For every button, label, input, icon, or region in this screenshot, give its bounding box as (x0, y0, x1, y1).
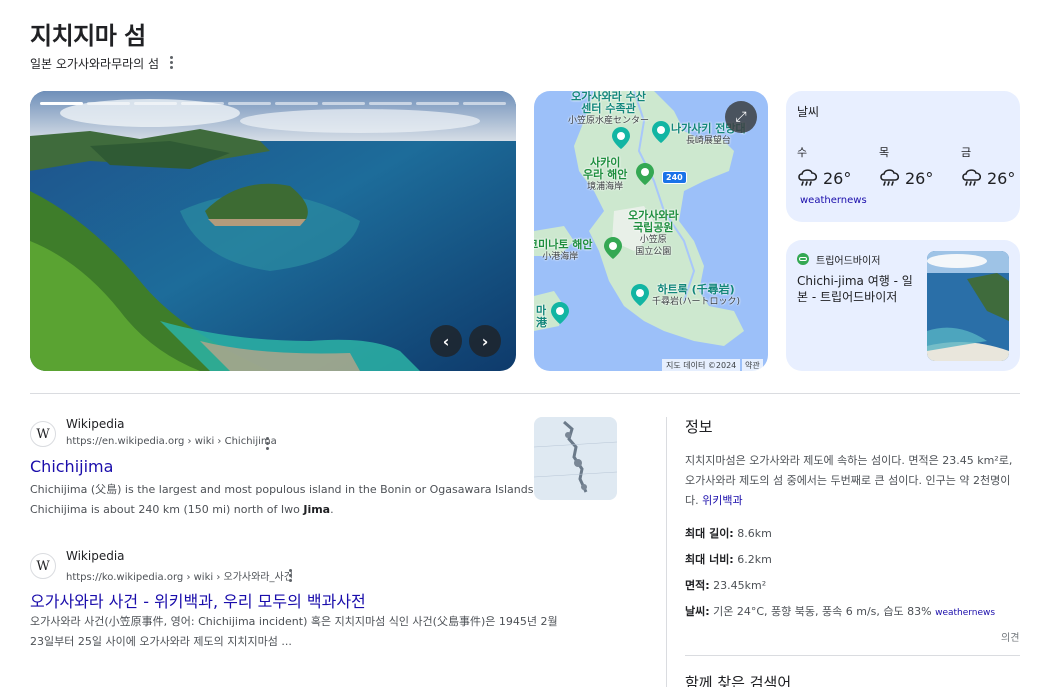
info-description: 지치지마섬은 오가사와라 제도에 속하는 섬이다. 면적은 23.45 km²로… (685, 451, 1020, 511)
result-snippet-bold: Jima (303, 503, 331, 516)
search-result: W Wikipedia https://ko.wikipedia.org › w… (30, 549, 620, 659)
weather-source-link[interactable]: weathernews (800, 195, 867, 206)
map-label-heart-rock-ja: 千尋岩(ハートロック) (652, 297, 741, 307)
observatory-pin-icon[interactable] (652, 121, 670, 143)
result-thumbnail[interactable] (534, 417, 617, 500)
chevron-right-icon: › (481, 331, 489, 351)
fact-value: 23.45km² (709, 579, 767, 592)
feedback-link[interactable]: 의견 (1001, 629, 1019, 644)
result-snippet-text: Chichijima (父島) is the largest and most … (30, 483, 537, 516)
previous-photo-button[interactable]: ‹ (430, 325, 462, 357)
carousel-progress (40, 102, 506, 105)
fact-label: 날씨: (685, 605, 710, 618)
fact-max-length: 최대 길이: 8.6km (685, 525, 772, 541)
island-map[interactable]: 오가사와라 수산 센터 수족관 小笠原水産センター 나가사키 전망대 長崎展望台… (534, 91, 768, 371)
wikipedia-source-link[interactable]: 위키백과 (702, 494, 742, 507)
fact-label: 최대 길이: (685, 527, 734, 540)
beach-pin-icon[interactable] (636, 163, 654, 185)
info-divider (685, 655, 1020, 656)
map-label-minato[interactable]: 코미나토 해안 小港海岸 (534, 239, 593, 263)
related-searches-heading: 함께 찾은 검색어 (685, 674, 792, 687)
result-title-link[interactable]: Chichijima (30, 457, 113, 476)
weather-day-name: 금 (961, 146, 972, 159)
fact-label: 면적: (685, 579, 710, 592)
more-options-icon[interactable] (164, 55, 178, 69)
map-label-south-text: 마 港 (536, 304, 547, 329)
result-snippet: 오가사와라 사건(小笠原事件, 영어: Chichijima incident)… (30, 615, 558, 648)
rain-cloud-icon (962, 169, 982, 186)
rain-cloud-icon (798, 169, 818, 186)
map-label-observatory-ja: 長崎展望台 (685, 136, 731, 146)
tripadvisor-card[interactable]: 트립어드바이저 Chichi-jima 여행 - 일본 - 트립어드바이저 (786, 240, 1020, 371)
tripadvisor-thumbnail (927, 251, 1009, 361)
heart-rock-pin-icon[interactable] (631, 284, 649, 306)
map-label-beach-ja: 境浦海岸 (587, 182, 624, 192)
weather-day: 수 26° (797, 144, 869, 188)
weather-card[interactable]: 날씨 수 26° 목 26° 금 26° weathernews (786, 91, 1020, 222)
weather-source-link[interactable]: weathernews (935, 608, 995, 618)
result-options-icon[interactable] (283, 568, 297, 582)
page-title: 지치지마 섬 (30, 22, 146, 50)
map-terms-link[interactable]: 약관 (742, 359, 763, 372)
wikipedia-favicon-icon: W (30, 553, 56, 579)
page-subtitle: 일본 오가사와라무라의 섬 (30, 57, 160, 71)
map-label-beach-text: 사카이 우라 해안 (583, 156, 628, 181)
weather-day: 금 26° (961, 144, 1033, 188)
tripadvisor-logo-icon (797, 253, 809, 265)
fact-weather: 날씨: 기온 24°C, 풍향 북동, 풍속 6 m/s, 습도 83% wea… (685, 603, 995, 619)
wikipedia-favicon-icon: W (30, 421, 56, 447)
result-options-icon[interactable] (260, 436, 274, 450)
result-site-name: Wikipedia (66, 417, 125, 431)
result-snippet-end: . (330, 503, 334, 516)
weather-title: 날씨 (797, 105, 820, 119)
minato-pin-icon[interactable] (604, 237, 622, 259)
map-label-aquarium-text: 오가사와라 수산 센터 수족관 (571, 91, 646, 115)
section-divider (30, 393, 1020, 394)
weather-day-name: 수 (797, 146, 808, 159)
tripadvisor-title[interactable]: Chichi-jima 여행 - 일본 - 트립어드바이저 (797, 273, 921, 305)
map-label-heart-rock[interactable]: 하트록 (千尋岩) 千尋岩(ハートロック) (652, 284, 740, 308)
weather-day: 목 26° (879, 144, 951, 188)
map-label-aquarium[interactable]: 오가사와라 수산 센터 수족관 小笠原水産センター (568, 91, 649, 127)
fact-value: 8.6km (733, 527, 772, 540)
expand-map-button[interactable]: ⤢ (725, 101, 757, 133)
map-label-park[interactable]: 오가사와라 국립공원 小笠原 国立公園 (628, 210, 679, 258)
info-heading: 정보 (685, 418, 713, 436)
search-result: W Wikipedia https://en.wikipedia.org › w… (30, 417, 620, 527)
weather-day-name: 목 (879, 146, 890, 159)
map-credit: 지도 데이터 ©2024 (662, 359, 741, 372)
map-label-park-ja: 小笠原 国立公園 (635, 235, 672, 257)
map-label-minato-ja: 小港海岸 (542, 252, 579, 262)
rain-cloud-icon (880, 169, 900, 186)
result-site-name: Wikipedia (66, 549, 125, 563)
expand-icon: ⤢ (735, 109, 747, 125)
route-240-badge: 240 (662, 171, 687, 184)
south-pin-icon[interactable] (551, 302, 569, 324)
result-url[interactable]: https://en.wikipedia.org › wiki › Chichi… (66, 436, 277, 447)
aquarium-pin-icon[interactable] (612, 127, 630, 149)
result-snippet: Chichijima (父島) is the largest and most … (30, 480, 570, 520)
fact-value: 6.2km (733, 553, 772, 566)
fact-max-width: 최대 너비: 6.2km (685, 551, 772, 567)
map-label-heart-rock-text: 하트록 (千尋岩) (657, 283, 735, 296)
weather-day-temp: 26° (823, 168, 852, 188)
tripadvisor-source: 트립어드바이저 (816, 256, 881, 267)
island-chain-map-image (534, 417, 617, 500)
map-label-park-text: 오가사와라 국립공원 (628, 209, 679, 234)
next-photo-button[interactable]: › (469, 325, 501, 357)
map-label-aquarium-ja: 小笠原水産センター (568, 116, 650, 126)
map-label-beach[interactable]: 사카이 우라 해안 境浦海岸 (583, 157, 627, 193)
weather-day-temp: 26° (905, 168, 934, 188)
fact-value: 기온 24°C, 풍향 북동, 풍속 6 m/s, 습도 83% (709, 605, 936, 618)
fact-area: 면적: 23.45km² (685, 577, 766, 593)
weather-day-temp: 26° (987, 168, 1016, 188)
column-divider (666, 417, 667, 687)
chevron-left-icon: ‹ (442, 331, 450, 351)
result-url[interactable]: https://ko.wikipedia.org › wiki › 오가사와라_… (66, 568, 293, 583)
map-label-minato-text: 코미나토 해안 (534, 238, 593, 251)
map-label-south[interactable]: 마 港 (536, 305, 547, 329)
fact-label: 최대 너비: (685, 553, 734, 566)
result-title-link[interactable]: 오가사와라 사건 - 위키백과, 우리 모두의 백과사전 (30, 588, 366, 612)
